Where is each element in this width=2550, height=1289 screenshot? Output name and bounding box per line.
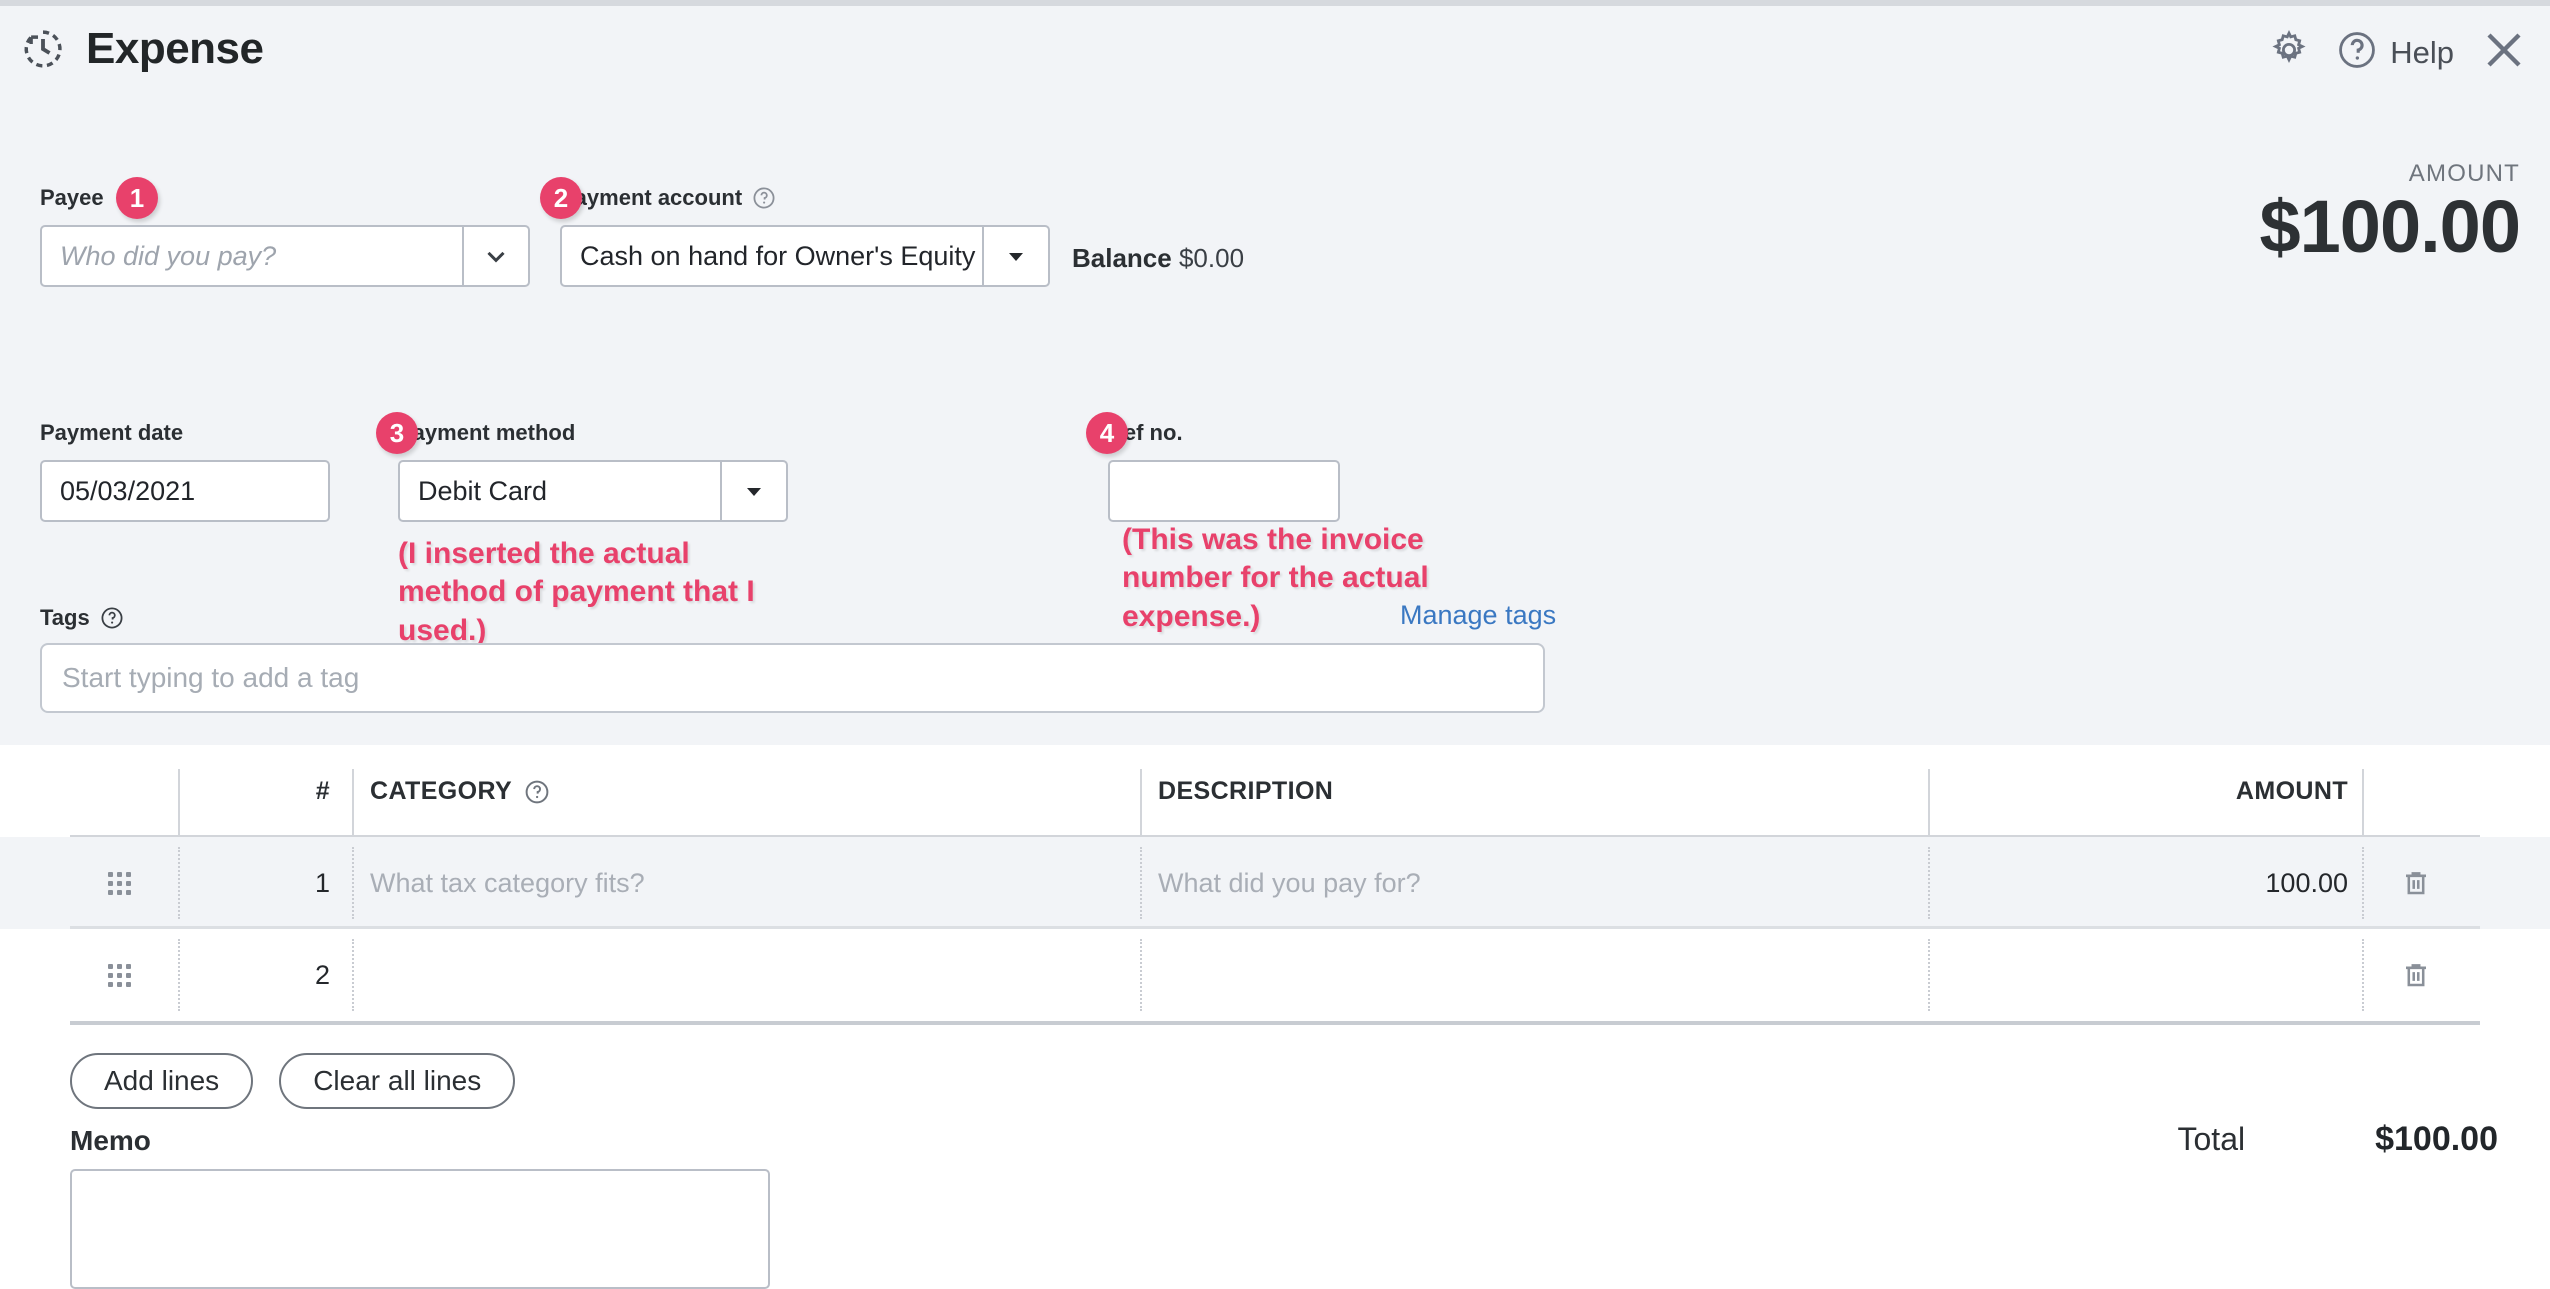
- history-clock-icon: [20, 26, 66, 72]
- memo-label: Memo: [70, 1125, 151, 1156]
- ref-no-value: [1110, 462, 1338, 520]
- question-circle-icon[interactable]: [524, 779, 549, 804]
- th-description: DESCRIPTION: [1158, 776, 1334, 805]
- ref-no-input[interactable]: [1108, 460, 1340, 522]
- table-bottom-rule: [70, 1021, 2480, 1025]
- add-lines-button[interactable]: Add lines: [70, 1053, 254, 1109]
- payment-account-label: Payment account: [560, 185, 1050, 211]
- tags-input-placeholder: Start typing to add a tag: [62, 662, 360, 693]
- cell-divider: [352, 847, 354, 919]
- total-label: Total: [2177, 1121, 2246, 1157]
- callout-badge-3: 3: [376, 412, 418, 454]
- tags-label-text: Tags: [40, 605, 90, 630]
- payment-account-value: Cash on hand for Owner's Equity: [580, 240, 976, 271]
- account-balance: Balance $0.00: [1072, 243, 1244, 274]
- table-row[interactable]: 2: [0, 929, 2550, 1021]
- cell-divider: [178, 939, 180, 1011]
- amount-summary: AMOUNT $100.00: [2260, 160, 2521, 266]
- ref-no-field-group: Ref no. 4: [1086, 412, 1340, 522]
- header-actions: Help: [2268, 26, 2528, 79]
- row-number: 2: [314, 959, 330, 990]
- payee-field-group: Payee 1 Who did you pay?: [40, 177, 530, 287]
- payment-account-label-text: Payment account: [560, 185, 743, 210]
- payment-method-field-group: Payment method 3 Debit Card: [376, 412, 788, 522]
- clear-all-lines-button[interactable]: Clear all lines: [279, 1053, 516, 1109]
- callout-badge-2: 2: [540, 177, 582, 219]
- amount-input[interactable]: [1948, 929, 2348, 1021]
- memo-textarea[interactable]: [70, 1169, 770, 1289]
- payee-label: Payee: [40, 185, 104, 210]
- table-header-row: # CATEGORY DESCRIPTION AMOUNT: [0, 745, 2550, 839]
- brand-group: Expense: [20, 24, 264, 74]
- payment-account-field-group: Payment account 2 Cash on hand for Owner…: [540, 177, 1050, 287]
- category-input[interactable]: What tax category fits?: [370, 837, 645, 929]
- chevron-down-icon[interactable]: [462, 227, 528, 285]
- close-x-icon[interactable]: [2480, 26, 2528, 79]
- cell-divider: [2362, 847, 2364, 919]
- drag-handle-icon[interactable]: [108, 837, 131, 929]
- th-category-text: CATEGORY: [370, 776, 513, 805]
- question-circle-icon: [2336, 29, 2378, 76]
- help-button[interactable]: Help: [2336, 29, 2454, 76]
- trash-icon[interactable]: [2400, 837, 2432, 929]
- payee-input-value: Who did you pay?: [60, 240, 277, 271]
- amount-input[interactable]: 100.00: [1948, 837, 2348, 929]
- payment-method-label: Payment method: [398, 420, 576, 445]
- question-circle-icon[interactable]: [752, 186, 776, 210]
- payment-date-value: 05/03/2021: [60, 475, 196, 506]
- th-number: #: [315, 776, 330, 805]
- drag-handle-icon[interactable]: [108, 929, 131, 1021]
- line-actions: Add lines Clear all lines: [70, 1053, 516, 1109]
- th-amount: AMOUNT: [2235, 776, 2348, 805]
- cell-divider: [1928, 847, 1930, 919]
- payment-date-label: Payment date: [40, 420, 184, 445]
- amount-label: AMOUNT: [2408, 160, 2520, 187]
- page-header: Expense Help: [0, 6, 2550, 104]
- cell-divider: [1140, 847, 1142, 919]
- help-label: Help: [2390, 34, 2454, 70]
- callout-badge-4: 4: [1086, 412, 1128, 454]
- payee-input[interactable]: Who did you pay?: [40, 225, 530, 287]
- column-divider: [352, 769, 354, 837]
- balance-label: Balance: [1072, 243, 1172, 273]
- balance-value: $0.00: [1178, 243, 1245, 273]
- table-row[interactable]: 1 What tax category fits? What did you p…: [0, 837, 2550, 929]
- column-divider: [1140, 769, 1142, 837]
- column-divider: [2362, 769, 2364, 837]
- cell-divider: [352, 939, 354, 1011]
- page-title: Expense: [86, 24, 264, 73]
- question-circle-icon[interactable]: [100, 606, 124, 630]
- ref-no-label: Ref no.: [1108, 420, 1183, 445]
- row-number: 1: [314, 867, 330, 898]
- payment-date-input[interactable]: 05/03/2021: [40, 460, 330, 522]
- th-category: CATEGORY: [370, 745, 549, 837]
- tags-field-group: Tags Start typing to add a tag: [40, 605, 1545, 713]
- cell-divider: [178, 847, 180, 919]
- manage-tags-link[interactable]: Manage tags: [1400, 600, 1556, 631]
- payment-account-select[interactable]: Cash on hand for Owner's Equity: [560, 225, 1050, 287]
- description-input[interactable]: What did you pay for?: [1158, 837, 1421, 929]
- caret-down-icon[interactable]: [982, 227, 1048, 285]
- tags-label: Tags: [40, 605, 1545, 631]
- gear-icon[interactable]: [2268, 29, 2310, 76]
- payment-method-select[interactable]: Debit Card: [398, 460, 788, 522]
- cell-divider: [2362, 939, 2364, 1011]
- callout-badge-1: 1: [116, 177, 158, 219]
- payment-method-value: Debit Card: [418, 475, 548, 506]
- memo-field-group: Memo: [70, 1125, 770, 1289]
- tags-input[interactable]: Start typing to add a tag: [40, 643, 1545, 713]
- line-items-table: # CATEGORY DESCRIPTION AMOUNT 1 What tax: [0, 745, 2550, 1025]
- payment-date-field-group: Payment date 05/03/2021: [40, 420, 330, 522]
- total-value: $100.00: [2375, 1120, 2498, 1158]
- trash-icon[interactable]: [2400, 929, 2432, 1021]
- column-divider: [178, 769, 180, 837]
- amount-value: $100.00: [2259, 185, 2521, 268]
- column-divider: [1928, 769, 1930, 837]
- caret-down-icon[interactable]: [720, 462, 786, 520]
- cell-divider: [1928, 939, 1930, 1011]
- cell-divider: [1140, 939, 1142, 1011]
- total-summary: Total $100.00: [2178, 1120, 2499, 1159]
